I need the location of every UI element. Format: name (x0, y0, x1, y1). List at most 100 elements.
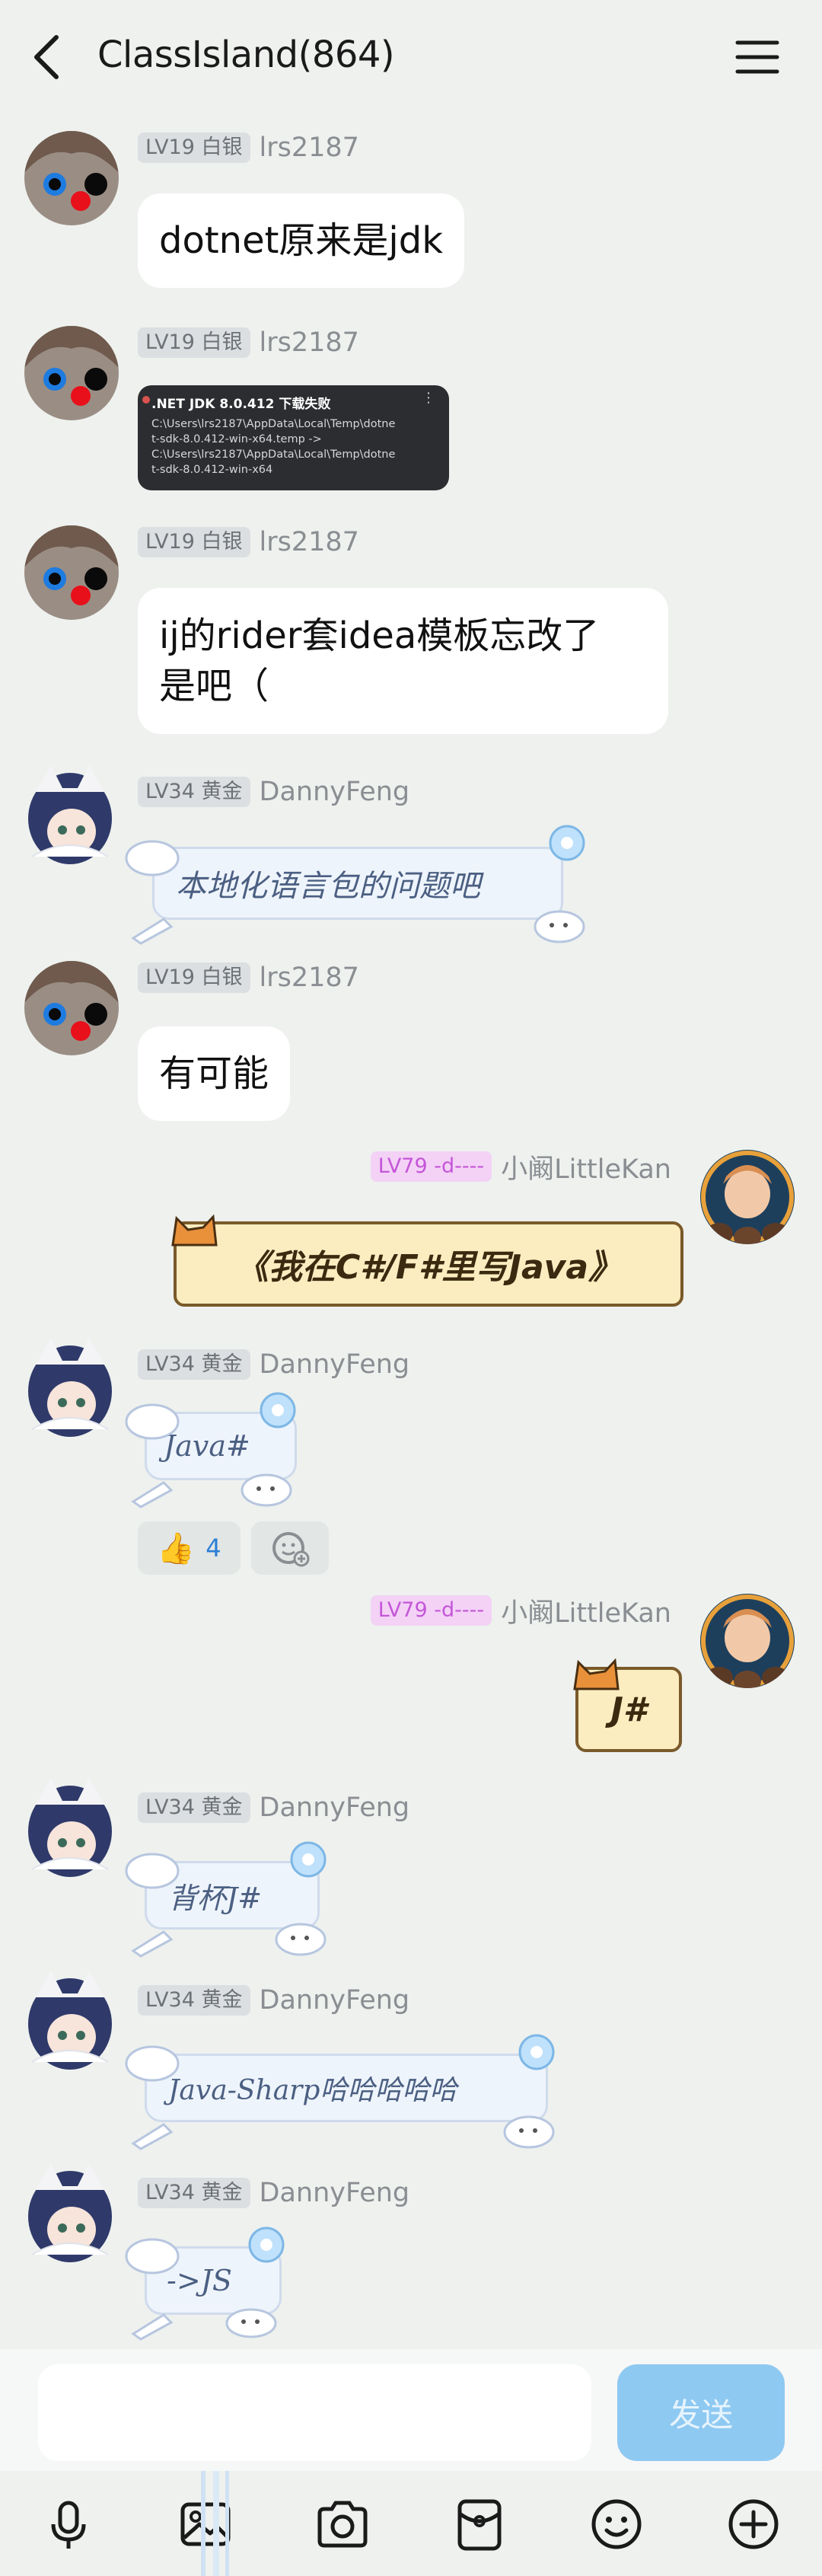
message-bubble[interactable]: 有可能 (138, 1026, 291, 1121)
add-emoji-icon (272, 1532, 310, 1567)
error-dot-icon (142, 396, 150, 404)
decorated-bubble[interactable]: ->JS (125, 2222, 304, 2344)
avatar[interactable] (17, 1967, 123, 2073)
message-text: ij的rider套idea模板忘改了 (159, 614, 600, 657)
cloud-decoration-icon (225, 2308, 277, 2338)
username[interactable]: DannyFeng (260, 1792, 410, 1823)
image-message[interactable]: ⋮ .NET JDK 8.0.412 下载失败 C:\Users\lrs2187… (138, 385, 449, 490)
cat-decoration-icon (573, 1658, 620, 1690)
send-button[interactable]: 发送 (617, 2364, 785, 2461)
cloud-decoration-icon (534, 910, 585, 943)
message-item: LV19 白银 lrs2187 ⋮ .NET JDK 8.0.412 下载失败 … (0, 326, 822, 501)
message-input[interactable] (38, 2364, 591, 2461)
chat-title: ClassIsland(864) (97, 34, 395, 76)
avatar[interactable] (17, 761, 123, 868)
star-decoration-icon (131, 918, 174, 945)
back-button[interactable] (21, 27, 75, 88)
image-line: C:\Users\lrs2187\AppData\Local\Temp\dotn… (151, 418, 396, 430)
message-text: 有可能 (159, 1052, 269, 1095)
username[interactable]: DannyFeng (260, 1985, 410, 2016)
menu-button[interactable] (727, 30, 788, 84)
message-bubble[interactable]: ij的rider套idea模板忘改了 是吧（ (138, 588, 668, 734)
image-line: t-sdk-8.0.412-win-x64 (151, 464, 273, 476)
message-item: LV34 黄金 DannyFeng Java# 👍 4 (0, 1334, 822, 1585)
cloud-decoration-icon (275, 1923, 327, 1956)
message-item: LV34 黄金 DannyFeng 本地化语言包的问题吧 (0, 761, 822, 952)
add-reaction-button[interactable] (251, 1521, 329, 1575)
decorated-bubble[interactable]: 背杯J# (125, 1837, 342, 1958)
image-line: C:\Users\lrs2187\AppData\Local\Temp\dotn… (151, 448, 396, 461)
cloud-decoration-icon (125, 2238, 180, 2274)
image-line: t-sdk-8.0.412-win-x64.temp -> (151, 433, 322, 445)
message-item: LV19 白银 lrs2187 dotnet原来是jdk (0, 131, 822, 298)
microphone-icon[interactable] (38, 2494, 99, 2555)
username[interactable]: lrs2187 (260, 527, 359, 557)
flower-decoration-icon (518, 2034, 555, 2070)
plus-icon[interactable] (723, 2494, 784, 2555)
thumbs-up-icon: 👍 (157, 1531, 196, 1566)
level-badge: LV34 黄金 (138, 2178, 250, 2208)
level-badge: LV19 白银 (138, 327, 250, 358)
decorated-bubble[interactable]: Java# (125, 1387, 312, 1509)
message-text: 《我在C#/F#里写Java》 (234, 1248, 623, 1287)
username[interactable]: 小阚LittleKan (501, 1148, 671, 1186)
level-badge: LV34 黄金 (138, 1985, 250, 2016)
message-text: dotnet原来是jdk (159, 219, 444, 262)
cloud-decoration-icon (125, 840, 180, 876)
chevron-left-icon (34, 35, 59, 79)
message-text: Java-Sharp哈哈哈哈哈 (168, 2075, 457, 2106)
username[interactable]: lrs2187 (260, 962, 359, 993)
reaction-count: 4 (206, 1534, 221, 1563)
cat-decoration-icon (171, 1214, 218, 1247)
cloud-decoration-icon (503, 2115, 555, 2149)
star-decoration-icon (131, 1481, 174, 1508)
decorated-bubble[interactable]: 本地化语言包的问题吧 (125, 824, 586, 946)
flower-decoration-icon (290, 1841, 327, 1878)
message-item: LV19 白银 lrs2187 ij的rider套idea模板忘改了 是吧（ (0, 525, 822, 754)
emoji-icon[interactable] (586, 2494, 647, 2555)
input-bar: 发送 (0, 2349, 822, 2471)
username[interactable]: lrs2187 (260, 327, 359, 358)
level-badge: LV19 白银 (138, 962, 250, 993)
avatar[interactable] (700, 1594, 795, 1688)
message-text: 本地化语言包的问题吧 (176, 869, 480, 904)
cloud-decoration-icon (125, 1403, 180, 1440)
decorated-bubble[interactable]: J# (573, 1655, 690, 1761)
username[interactable]: DannyFeng (260, 2178, 410, 2208)
decorated-bubble[interactable]: 《我在C#/F#里写Java》 (171, 1211, 691, 1317)
avatar[interactable] (700, 1150, 795, 1244)
hamburger-icon (735, 40, 779, 74)
flower-decoration-icon (549, 825, 585, 861)
star-decoration-icon (131, 2123, 174, 2150)
scroll-indicator (198, 2471, 234, 2576)
message-item: LV79 -d---- 小阚LittleKan 《我在C#/F#里写Java》 (0, 1150, 822, 1325)
red-packet-icon[interactable] (449, 2494, 510, 2555)
message-bubble[interactable]: dotnet原来是jdk (138, 193, 465, 288)
avatar[interactable] (24, 326, 119, 420)
level-badge: LV19 白银 (138, 527, 250, 557)
camera-icon[interactable] (312, 2494, 373, 2555)
message-text: 是吧（ (159, 665, 269, 707)
level-badge: LV79 -d---- (370, 1151, 492, 1182)
flower-decoration-icon (248, 2226, 285, 2263)
username[interactable]: 小阚LittleKan (501, 1591, 671, 1630)
cloud-decoration-icon (125, 1853, 180, 1889)
decorated-bubble[interactable]: Java-Sharp哈哈哈哈哈 (125, 2029, 571, 2151)
avatar[interactable] (24, 131, 119, 225)
reaction-thumbs-up[interactable]: 👍 4 (138, 1521, 241, 1575)
flower-decoration-icon (260, 1392, 296, 1428)
message-item: LV79 -d---- 小阚LittleKan J# (0, 1594, 822, 1769)
avatar[interactable] (17, 2159, 123, 2266)
more-vertical-icon: ⋮ (422, 390, 435, 406)
message-item: LV34 黄金 DannyFeng 背杯J# (0, 1774, 822, 1965)
username[interactable]: DannyFeng (260, 1349, 410, 1380)
cloud-decoration-icon (241, 1473, 292, 1507)
avatar[interactable] (17, 1334, 123, 1441)
image-title: .NET JDK 8.0.412 下载失败 (151, 397, 331, 412)
username[interactable]: lrs2187 (260, 132, 359, 163)
avatar[interactable] (24, 525, 119, 620)
avatar[interactable] (24, 961, 119, 1055)
username[interactable]: DannyFeng (260, 777, 410, 807)
message-item: LV34 黄金 DannyFeng ->JS (0, 2159, 822, 2350)
avatar[interactable] (17, 1774, 123, 1881)
